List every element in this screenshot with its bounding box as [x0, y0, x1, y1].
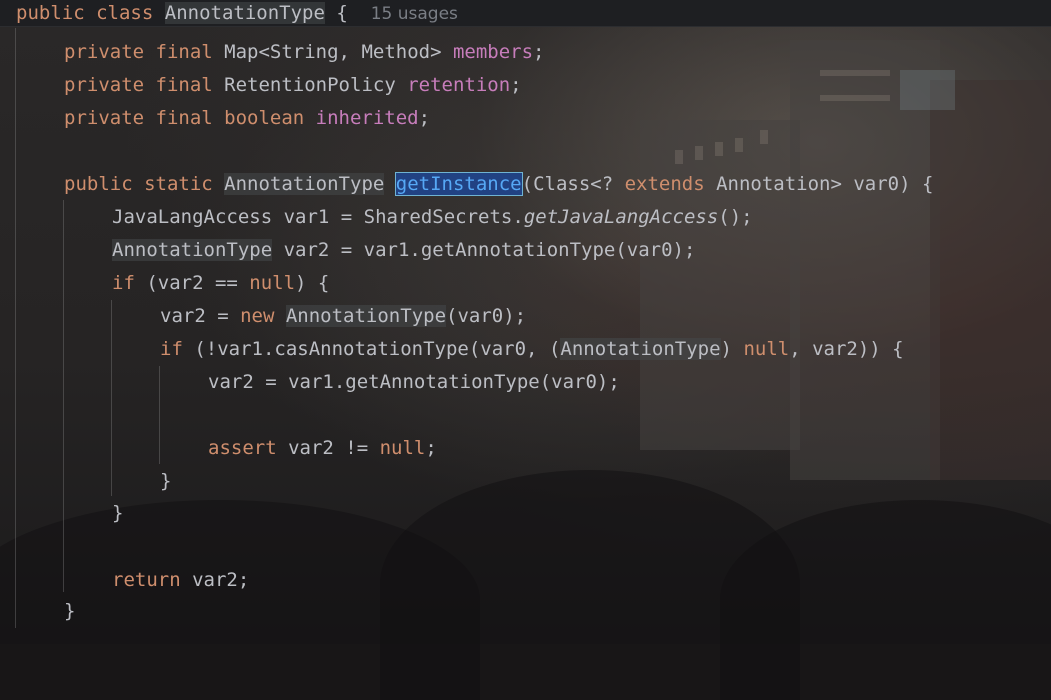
statement-text: JavaLangAccess var1 = SharedSecrets.: [112, 206, 524, 228]
type-name[interactable]: AnnotationType: [285, 305, 447, 327]
type-name[interactable]: AnnotationType: [112, 239, 273, 261]
open-brace: {: [336, 2, 348, 24]
code-line[interactable]: JavaLangAccess var1 = SharedSecrets.getJ…: [112, 204, 753, 230]
sticky-class-header[interactable]: public class AnnotationType { 15 usages: [0, 0, 1051, 27]
keyword-new: new: [240, 305, 275, 327]
statement-end: ) {: [295, 272, 330, 294]
statement-text: var2 !=: [276, 437, 380, 459]
statement-text: var2 = var1.getAnnotationType(var0);: [208, 371, 620, 393]
type-name[interactable]: AnnotationType: [560, 338, 721, 360]
params-end: Annotation> var0) {: [704, 173, 934, 195]
usages-hint[interactable]: 15 usages: [371, 4, 458, 24]
code-line[interactable]: var2 = new AnnotationType(var0);: [160, 303, 526, 329]
modifiers: public static: [64, 173, 213, 195]
code-line[interactable]: private final Map<String, Method> member…: [64, 39, 545, 65]
keyword-extends: extends: [624, 173, 705, 195]
statement-text: var2 = var1.getAnnotationType(var0);: [272, 239, 696, 261]
code-line[interactable]: assert var2 != null;: [208, 435, 437, 461]
code-line[interactable]: var2 = var1.getAnnotationType(var0);: [208, 369, 620, 395]
modifiers: private final: [64, 74, 213, 96]
class-declaration-line[interactable]: public class AnnotationType { 15 usages: [16, 0, 458, 27]
statement-end: (var0);: [446, 305, 527, 327]
code-line[interactable]: }: [160, 468, 171, 494]
code-line[interactable]: public static AnnotationType getInstance…: [64, 171, 933, 197]
keyword-public: public: [16, 2, 85, 24]
indent-guide: [111, 300, 112, 496]
code-line[interactable]: return var2;: [112, 567, 249, 593]
code-editor[interactable]: public class AnnotationType { 15 usages …: [0, 0, 1051, 644]
indent-guide: [159, 366, 160, 464]
close-brace: }: [112, 502, 124, 524]
code-line[interactable]: }: [64, 598, 75, 624]
keyword-null: null: [379, 437, 426, 459]
code-line[interactable]: private final RetentionPolicy retention;: [64, 72, 522, 98]
close-brace: }: [160, 470, 172, 492]
field-members[interactable]: members: [453, 41, 533, 63]
type-name: RetentionPolicy: [224, 74, 396, 96]
statement-text: (var2 ==: [134, 272, 250, 294]
statement-text: (!var1.casAnnotationType(var0, (: [182, 338, 561, 360]
code-line[interactable]: private final boolean inherited;: [64, 105, 430, 131]
keyword-null: null: [743, 338, 790, 360]
semicolon: ;: [510, 74, 522, 96]
keyword-if: if: [112, 272, 135, 294]
keyword-return: return: [112, 569, 181, 591]
code-line[interactable]: AnnotationType var2 = var1.getAnnotation…: [112, 237, 695, 263]
static-call[interactable]: getJavaLangAccess: [524, 206, 718, 228]
semicolon: ;: [418, 107, 431, 129]
statement-text: ): [720, 338, 744, 360]
indent-guide: [15, 28, 16, 628]
keyword-null: null: [249, 272, 296, 294]
params-start: (Class<?: [521, 173, 625, 195]
class-name[interactable]: AnnotationType: [164, 2, 325, 24]
keyword-class: class: [96, 2, 154, 24]
semicolon: ;: [533, 41, 545, 63]
statement-end: ();: [718, 206, 753, 228]
keyword-if: if: [160, 338, 183, 360]
type-name: Map<String, Method>: [224, 41, 442, 63]
code-line[interactable]: if (var2 == null) {: [112, 270, 329, 296]
indent-guide: [63, 200, 64, 592]
statement-text: var2;: [180, 569, 250, 591]
return-type[interactable]: AnnotationType: [224, 173, 385, 195]
code-line[interactable]: if (!var1.casAnnotationType(var0, (Annot…: [160, 336, 904, 362]
keyword-assert: assert: [208, 437, 277, 459]
field-inherited[interactable]: inherited: [316, 107, 419, 129]
modifiers: private final boolean: [64, 107, 305, 129]
code-line[interactable]: }: [112, 500, 123, 526]
field-retention[interactable]: retention: [407, 74, 510, 96]
close-brace: }: [64, 600, 76, 622]
method-name-getinstance[interactable]: getInstance: [394, 172, 523, 196]
modifiers: private final: [64, 41, 213, 63]
statement-end: , var2)) {: [789, 338, 904, 360]
statement-text: var2 =: [160, 305, 241, 327]
statement-end: ;: [425, 437, 437, 459]
